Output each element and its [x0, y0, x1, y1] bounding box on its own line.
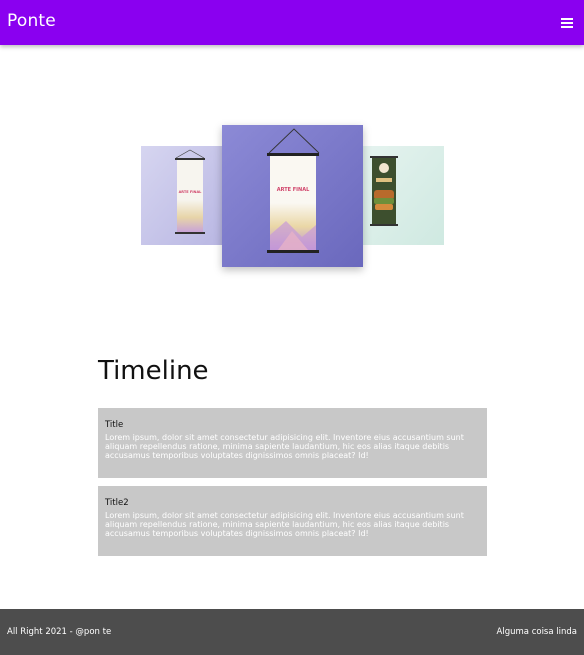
brand-logo-text[interactable]: Ponte [7, 11, 56, 31]
banner-label: ARTE FINAL [178, 190, 202, 194]
footer: All Right 2021 - @pon te Alguma coisa li… [0, 609, 584, 655]
carousel-slide-previous[interactable]: ARTE FINAL [141, 146, 223, 245]
timeline-card-text: Lorem ipsum, dolor sit amet consectetur … [105, 433, 464, 460]
carousel-slide-next[interactable] [362, 146, 444, 245]
image-carousel: ARTE FINAL ARTE FINAL [0, 45, 584, 315]
menu-icon-bar [561, 18, 573, 20]
hanging-banner-image [141, 146, 223, 245]
timeline-heading: Timeline [98, 356, 209, 386]
hanging-banner-image [362, 146, 444, 245]
footer-copyright: All Right 2021 - @pon te [7, 627, 112, 637]
hamburger-menu-icon[interactable] [561, 17, 573, 28]
hanging-banner-image [222, 125, 363, 267]
footer-tagline: Alguma coisa linda [496, 627, 577, 637]
timeline-card-title: Title2 [105, 498, 129, 508]
navbar: Ponte [0, 0, 584, 45]
menu-icon-bar [561, 22, 573, 24]
timeline-card-text: Lorem ipsum, dolor sit amet consectetur … [105, 511, 464, 538]
menu-icon-bar [561, 26, 573, 28]
carousel-slide-active[interactable]: ARTE FINAL [222, 125, 363, 267]
timeline-card: Title Lorem ipsum, dolor sit amet consec… [98, 408, 487, 478]
timeline-card-title: Title [105, 420, 124, 430]
timeline-card: Title2 Lorem ipsum, dolor sit amet conse… [98, 486, 487, 556]
banner-label: ARTE FINAL [276, 187, 310, 193]
